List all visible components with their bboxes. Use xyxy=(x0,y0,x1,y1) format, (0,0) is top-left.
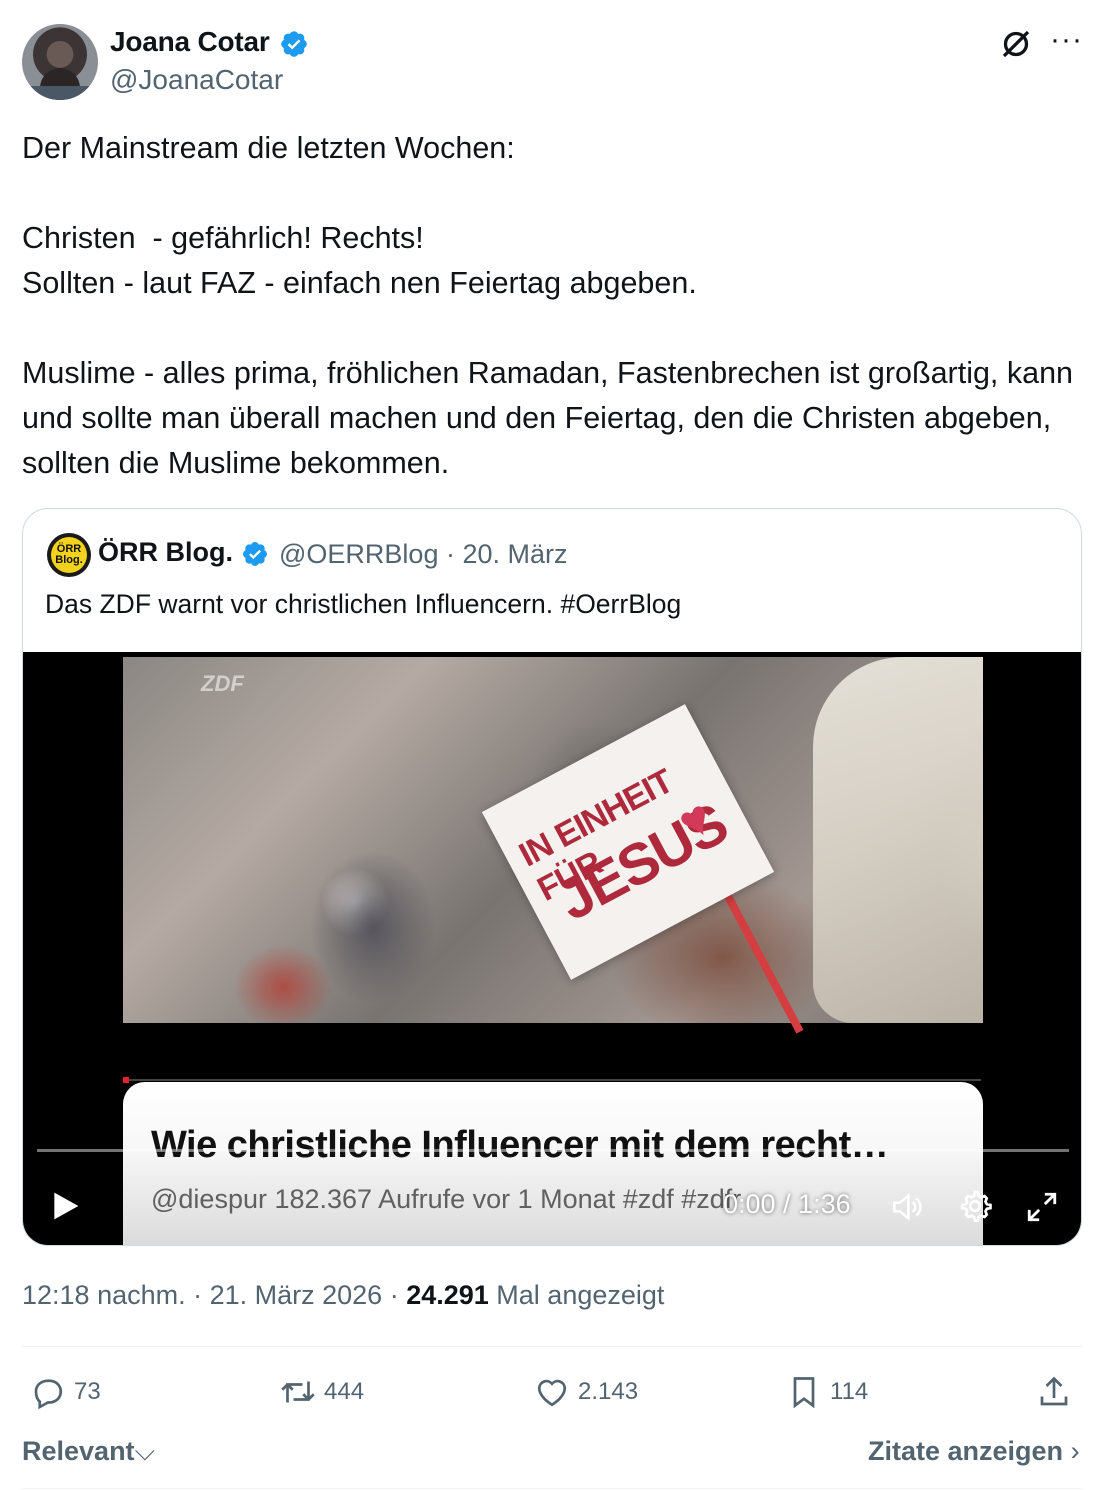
views-label: Mal angezeigt xyxy=(488,1280,665,1310)
author-handle[interactable]: @JoanaCotar xyxy=(110,64,283,96)
view-quotes-label: Zitate anzeigen xyxy=(868,1436,1064,1466)
divider xyxy=(22,1346,1082,1347)
chevron-right-icon: › xyxy=(1070,1436,1080,1466)
reply-button[interactable]: 73 xyxy=(30,1372,101,1412)
retweet-icon xyxy=(281,1381,315,1403)
sort-relevant-dropdown[interactable]: Relevant⌵ xyxy=(22,1436,155,1468)
settings-gear-icon[interactable] xyxy=(957,1188,993,1224)
jesus-sign: IN EINHEIT FÜR JESUS ♥ xyxy=(481,704,775,980)
quoted-avatar-logo: ÖRR Blog. xyxy=(51,537,87,573)
reply-icon xyxy=(34,1379,63,1410)
divider xyxy=(22,1488,1082,1489)
sort-label: Relevant xyxy=(22,1436,135,1466)
chevron-down-icon: ⌵ xyxy=(134,1436,156,1466)
like-count: 2.143 xyxy=(578,1378,639,1405)
verified-badge-icon[interactable] xyxy=(279,29,309,59)
share-icon xyxy=(1040,1376,1068,1406)
embedded-progress-marker xyxy=(123,1077,129,1083)
bookmark-button[interactable]: 114 xyxy=(786,1372,868,1412)
volume-icon[interactable] xyxy=(889,1190,925,1224)
view-count: 24.291 xyxy=(406,1280,489,1310)
zdf-watermark: ZDF xyxy=(201,671,244,696)
bookmark-icon xyxy=(793,1377,815,1409)
author-avatar[interactable] xyxy=(22,24,98,100)
fullscreen-icon[interactable] xyxy=(1025,1190,1059,1224)
retweet-count: 444 xyxy=(324,1378,365,1405)
quoted-author-handle-date[interactable]: @OERRBlog · 20. März xyxy=(279,539,567,570)
tweet-timestamp[interactable]: 12:18 nachm. · 21. März 2026 · xyxy=(22,1280,406,1310)
play-icon[interactable] xyxy=(49,1188,81,1224)
tweet-text: Der Mainstream die letzten Wochen: Chris… xyxy=(22,131,1074,480)
reply-count: 73 xyxy=(74,1378,101,1405)
embedded-video-meta: @diespur 182.367 Aufrufe vor 1 Monat #zd… xyxy=(151,1184,742,1214)
author-name[interactable]: Joana Cotar xyxy=(110,26,270,58)
video-player[interactable]: ZDF IN EINHEIT FÜR JESUS ♥ Wie christlic… xyxy=(23,652,1081,1245)
embedded-video-card: Wie christliche Influencer mit dem recht… xyxy=(123,1082,983,1245)
like-button[interactable]: 2.143 xyxy=(534,1372,638,1412)
retweet-button[interactable]: 444 xyxy=(280,1372,364,1412)
quoted-author-avatar[interactable]: ÖRR Blog. xyxy=(47,533,91,577)
view-quotes-link[interactable]: Zitate anzeigen › xyxy=(868,1436,1080,1467)
quoted-author-name[interactable]: ÖRR Blog. xyxy=(98,537,233,568)
share-button[interactable] xyxy=(1036,1372,1080,1412)
bookmark-count: 114 xyxy=(830,1378,869,1405)
tweet-meta: 12:18 nachm. · 21. März 2026 · 24.291 Ma… xyxy=(22,1280,664,1311)
embedded-progress-track xyxy=(123,1079,981,1081)
heart-icon xyxy=(537,1379,567,1407)
grok-icon[interactable] xyxy=(998,26,1034,62)
more-options-icon[interactable]: ··· xyxy=(1050,25,1084,58)
video-frame: ZDF IN EINHEIT FÜR JESUS ♥ xyxy=(123,657,983,1034)
embedded-video-title: Wie christliche Influencer mit dem recht… xyxy=(151,1124,889,1166)
video-time: 0:00 / 1:36 xyxy=(723,1189,851,1219)
quoted-tweet-text: Das ZDF warnt vor christlichen Influence… xyxy=(45,589,682,619)
quoted-verified-badge-icon xyxy=(243,542,267,566)
quoted-tweet-card[interactable]: ÖRR Blog. ÖRR Blog. @OERRBlog · 20. März… xyxy=(22,508,1082,1246)
video-scrubber[interactable] xyxy=(37,1149,1069,1152)
